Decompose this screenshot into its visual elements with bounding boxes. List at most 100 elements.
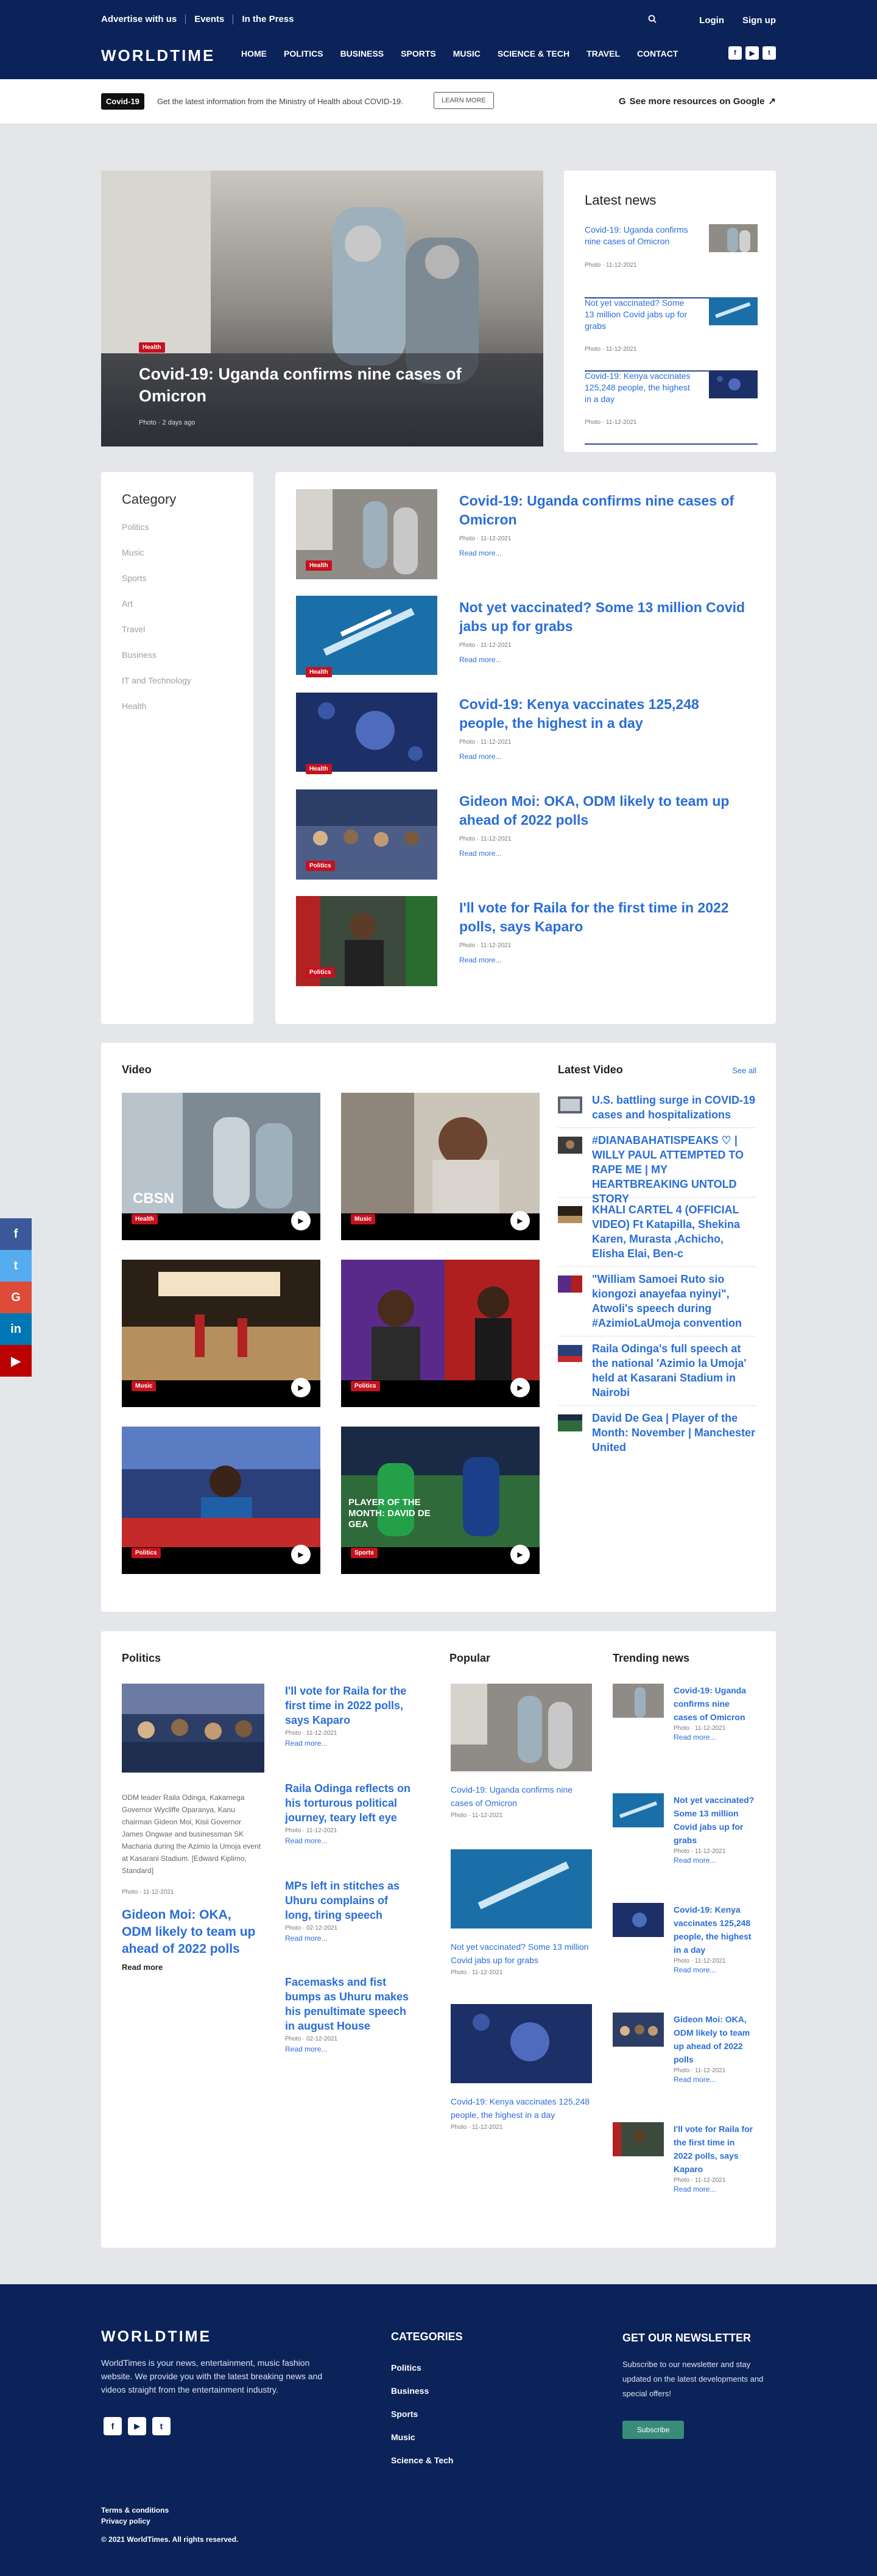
trending-item-title[interactable]: Covid-19: Kenya vaccinates 125,248 peopl… <box>674 1903 755 1957</box>
politics-featured-title[interactable]: Gideon Moi: OKA, ODM likely to team up a… <box>122 1907 264 1958</box>
category-item[interactable]: Sports <box>122 573 191 599</box>
read-more-link[interactable]: Read more... <box>285 1739 413 1748</box>
video-tag[interactable]: Sports <box>351 1548 378 1558</box>
nav-travel[interactable]: TRAVEL <box>586 49 620 58</box>
category-item[interactable]: Music <box>122 548 191 573</box>
nav-business[interactable]: BUSINESS <box>340 49 384 58</box>
politics-item-title[interactable]: Raila Odinga reflects on his torturous p… <box>285 1781 413 1825</box>
latest-news-title[interactable]: Covid-19: Uganda confirms nine cases of … <box>585 224 694 247</box>
nav-politics[interactable]: POLITICS <box>284 49 323 58</box>
google-plus-icon[interactable]: G <box>0 1282 32 1313</box>
footer-logo[interactable]: WORLDTIME <box>101 2328 211 2346</box>
twitter-icon[interactable]: t <box>152 2417 171 2435</box>
play-icon[interactable]: ▶ <box>510 1211 530 1230</box>
site-logo[interactable]: WORLDTIME <box>101 46 215 65</box>
read-more-link[interactable]: Read more... <box>674 1966 755 1974</box>
youtube-icon[interactable]: ▶ <box>0 1345 32 1377</box>
trending-item[interactable]: I'll vote for Raila for the first time i… <box>613 2122 755 2193</box>
facebook-icon[interactable]: f <box>0 1218 32 1250</box>
latest-video-title[interactable]: KHALI CARTEL 4 (OFFICIAL VIDEO) Ft Katap… <box>592 1202 756 1261</box>
video-tile[interactable]: Music ▶ <box>341 1093 540 1240</box>
linkedin-icon[interactable]: in <box>0 1313 32 1345</box>
footer-category-link[interactable]: Music <box>391 2426 453 2449</box>
video-tile[interactable]: CBSN Health ▶ <box>122 1093 320 1240</box>
trending-item[interactable]: Not yet vaccinated? Some 13 million Covi… <box>613 1793 755 1865</box>
subscribe-button[interactable]: Subscribe <box>622 2421 685 2439</box>
hero-title[interactable]: Covid-19: Uganda confirms nine cases of … <box>139 363 480 407</box>
latest-video-title[interactable]: Raila Odinga's full speech at the nation… <box>592 1341 756 1400</box>
play-icon[interactable]: ▶ <box>291 1545 311 1564</box>
signup-link[interactable]: Sign up <box>742 15 776 26</box>
footer-category-link[interactable]: Politics <box>391 2356 453 2379</box>
play-icon[interactable]: ▶ <box>291 1378 311 1397</box>
article-title[interactable]: I'll vote for Raila for the first time i… <box>459 898 752 936</box>
article-tag[interactable]: Health <box>306 764 332 774</box>
trending-item[interactable]: Covid-19: Uganda confirms nine cases of … <box>613 1684 755 1741</box>
article-title[interactable]: Gideon Moi: OKA, ODM likely to team up a… <box>459 792 752 830</box>
latest-video-item[interactable]: U.S. battling surge in COVID-19 cases an… <box>558 1093 756 1128</box>
read-more-link[interactable]: Read more... <box>459 655 501 664</box>
category-item[interactable]: Business <box>122 650 191 676</box>
video-tag[interactable]: Music <box>132 1381 157 1391</box>
popular-item-title[interactable]: Not yet vaccinated? Some 13 million Covi… <box>451 1940 592 1967</box>
youtube-icon[interactable]: ▶ <box>128 2417 146 2435</box>
read-more-link[interactable]: Read more... <box>674 1733 755 1741</box>
nav-music[interactable]: MUSIC <box>453 49 481 58</box>
article-tag[interactable]: Health <box>306 560 332 571</box>
google-resources-link[interactable]: G See more resources on Google ↗ <box>619 96 776 107</box>
politics-item[interactable]: I'll vote for Raila for the first time i… <box>285 1684 413 1748</box>
latest-video-item[interactable]: David De Gea | Player of the Month: Nove… <box>558 1411 756 1461</box>
latest-news-item[interactable]: Not yet vaccinated? Some 13 million Covi… <box>585 297 758 372</box>
latest-news-title[interactable]: Covid-19: Kenya vaccinates 125,248 peopl… <box>585 370 694 405</box>
nav-contact[interactable]: CONTACT <box>637 49 678 58</box>
popular-item-title[interactable]: Covid-19: Kenya vaccinates 125,248 peopl… <box>451 2095 592 2122</box>
video-tag[interactable]: Music <box>351 1214 376 1224</box>
latest-video-item[interactable]: "William Samoei Ruto sio kiongozi anayef… <box>558 1272 756 1336</box>
article-title[interactable]: Covid-19: Kenya vaccinates 125,248 peopl… <box>459 695 752 733</box>
read-more-link[interactable]: Read more... <box>285 1934 413 1943</box>
video-tag[interactable]: Politics <box>351 1381 380 1391</box>
latest-video-title[interactable]: #DIANABAHATISPEAKS ♡ | WILLY PAUL ATTEMP… <box>592 1133 756 1206</box>
politics-item[interactable]: Facemasks and fist bumps as Uhuru makes … <box>285 1975 413 2053</box>
facebook-icon[interactable]: f <box>104 2417 122 2435</box>
latest-video-item[interactable]: Raila Odinga's full speech at the nation… <box>558 1341 756 1406</box>
footer-category-link[interactable]: Science & Tech <box>391 2449 453 2472</box>
read-more-link[interactable]: Read more... <box>674 1856 755 1865</box>
learn-more-button[interactable]: LEARN MORE <box>434 92 494 109</box>
latest-video-title[interactable]: David De Gea | Player of the Month: Nove… <box>592 1411 756 1455</box>
read-more-link[interactable]: Read more... <box>459 752 501 761</box>
twitter-icon[interactable]: t <box>763 46 776 60</box>
latest-video-item[interactable]: KHALI CARTEL 4 (OFFICIAL VIDEO) Ft Katap… <box>558 1202 756 1267</box>
press-link[interactable]: In the Press <box>233 15 302 24</box>
play-icon[interactable]: ▶ <box>510 1378 530 1397</box>
read-more-link[interactable]: Read more... <box>285 1837 413 1845</box>
politics-item-title[interactable]: Facemasks and fist bumps as Uhuru makes … <box>285 1975 413 2033</box>
hero-category-tag[interactable]: Health <box>139 342 165 353</box>
popular-item[interactable]: Covid-19: Uganda confirms nine cases of … <box>451 1684 592 1819</box>
article-card[interactable]: Health Covid-19: Uganda confirms nine ca… <box>296 489 755 580</box>
popular-item[interactable]: Covid-19: Kenya vaccinates 125,248 peopl… <box>451 2004 592 2131</box>
latest-video-title[interactable]: U.S. battling surge in COVID-19 cases an… <box>592 1093 756 1122</box>
category-item[interactable]: Art <box>122 599 191 624</box>
search-icon[interactable] <box>648 15 657 26</box>
login-link[interactable]: Login <box>699 15 724 26</box>
article-card[interactable]: Health Covid-19: Kenya vaccinates 125,24… <box>296 693 755 784</box>
article-card[interactable]: Politics I'll vote for Raila for the fir… <box>296 896 755 987</box>
category-item[interactable]: Health <box>122 701 191 727</box>
play-icon[interactable]: ▶ <box>510 1545 530 1564</box>
read-more-link[interactable]: Read more... <box>674 2185 755 2193</box>
read-more-link[interactable]: Read more... <box>674 2075 755 2084</box>
article-tag[interactable]: Politics <box>306 861 335 871</box>
video-tile[interactable]: Music ▶ <box>122 1260 320 1407</box>
read-more-link[interactable]: Read more... <box>459 549 501 557</box>
politics-featured-read-more[interactable]: Read more <box>122 1963 264 1972</box>
video-tile[interactable]: Politics ▶ <box>122 1427 320 1574</box>
events-link[interactable]: Events <box>186 15 234 24</box>
footer-category-link[interactable]: Sports <box>391 2402 453 2426</box>
video-tile[interactable]: PLAYER OF THE MONTH: DAVID DE GEA Sports… <box>341 1427 540 1574</box>
politics-item-title[interactable]: I'll vote for Raila for the first time i… <box>285 1684 413 1727</box>
trending-item-title[interactable]: Gideon Moi: OKA, ODM likely to team up a… <box>674 2013 755 2066</box>
category-item[interactable]: Politics <box>122 522 191 548</box>
nav-sports[interactable]: SPORTS <box>401 49 436 58</box>
category-item[interactable]: Travel <box>122 624 191 650</box>
